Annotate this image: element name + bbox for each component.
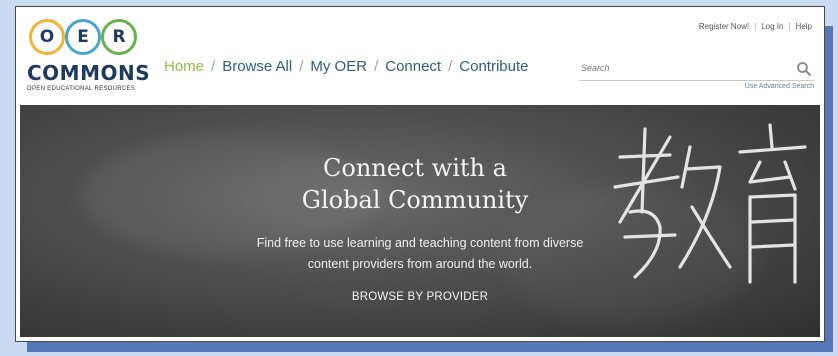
- nav-item-my-oer[interactable]: My OER: [310, 58, 367, 75]
- logo-circle-e: E: [65, 19, 101, 55]
- register-link[interactable]: Register Now!: [699, 22, 749, 31]
- help-link[interactable]: Help: [796, 22, 812, 31]
- hero-description-line: Find free to use learning and teaching c…: [256, 236, 584, 250]
- top-link-separator: |: [754, 22, 757, 31]
- top-links: Register Now! | Log In | Help: [699, 22, 812, 31]
- main-nav: Home / Browse All / My OER / Connect / Contribut…: [164, 58, 529, 75]
- search-input[interactable]: [579, 58, 783, 78]
- hero-title: Connect with a Global Community: [250, 152, 580, 216]
- hero-description-line: content providers from around the world.: [307, 257, 533, 271]
- search-icon[interactable]: [796, 61, 812, 77]
- nav-separator: /: [374, 58, 379, 75]
- hero-banner: Connect with a Global Community Find fre…: [20, 105, 820, 337]
- hero-title-line: Global Community: [301, 186, 529, 214]
- nav-item-connect[interactable]: Connect: [385, 58, 441, 75]
- top-link-separator: |: [788, 22, 791, 31]
- logo-subtitle: OPEN EDUCATIONAL RESOURCES: [27, 86, 136, 92]
- hero-description: Find free to use learning and teaching c…: [210, 233, 630, 275]
- oer-commons-logo[interactable]: O E R COMMONS OPEN EDUCATIONAL RESOURCES: [27, 19, 150, 97]
- chalk-chinese-characters-image: [613, 123, 807, 284]
- logo-circle-r: R: [101, 19, 137, 55]
- search-box: [579, 58, 814, 81]
- logo-circles: O E R: [29, 19, 139, 57]
- logo-wordmark: COMMONS: [27, 61, 151, 85]
- nav-separator: /: [299, 58, 304, 75]
- nav-separator: /: [448, 58, 453, 75]
- browse-by-provider-link[interactable]: BROWSE BY PROVIDER: [330, 291, 510, 303]
- login-link[interactable]: Log In: [761, 22, 783, 31]
- nav-item-home[interactable]: Home: [164, 58, 204, 75]
- hero-title-line: Connect with a: [323, 154, 507, 182]
- nav-item-contribute[interactable]: Contribute: [459, 58, 528, 75]
- advanced-search-link[interactable]: Use Advanced Search: [745, 83, 814, 90]
- browser-frame: O E R COMMONS OPEN EDUCATIONAL RESOURCES…: [15, 6, 825, 342]
- nav-item-browse-all[interactable]: Browse All: [222, 58, 292, 75]
- logo-circle-o: O: [29, 19, 65, 55]
- nav-separator: /: [211, 58, 216, 75]
